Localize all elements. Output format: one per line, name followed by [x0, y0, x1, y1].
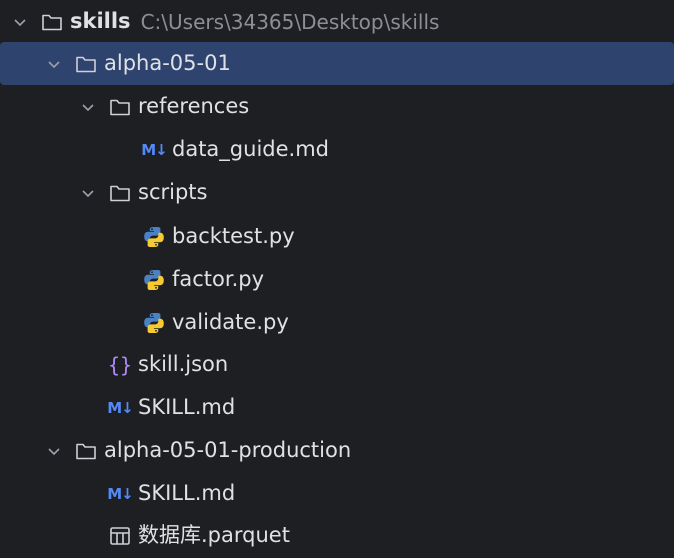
tree-row-production-skill-md[interactable]: M↓ SKILL.md: [0, 472, 674, 515]
folder-icon: [108, 95, 132, 119]
file-label: data_guide.md: [172, 137, 329, 161]
tree-row-skills[interactable]: skills C:\Users\34365\Desktop\skills: [0, 0, 674, 43]
tree-row-scripts[interactable]: scripts: [0, 171, 674, 214]
folder-path: C:\Users\34365\Desktop\skills: [140, 9, 440, 34]
tree-row-validate[interactable]: validate.py: [0, 301, 674, 344]
file-label: validate.py: [172, 310, 289, 334]
file-label: backtest.py: [172, 224, 295, 248]
folder-icon: [40, 10, 64, 34]
folder-label: alpha-05-01: [104, 51, 231, 75]
tree-row-factor[interactable]: factor.py: [0, 258, 674, 301]
tree-row-parquet[interactable]: 数据库.parquet: [0, 514, 674, 557]
tree-row-skill-json[interactable]: {} skill.json: [0, 343, 674, 386]
folder-label: references: [138, 94, 250, 118]
table-icon: [108, 524, 132, 548]
folder-label: alpha-05-01-production: [104, 438, 352, 462]
markdown-icon: M↓: [107, 484, 134, 503]
chevron-down-icon[interactable]: [44, 441, 64, 461]
tree-row-backtest[interactable]: backtest.py: [0, 215, 674, 258]
folder-icon: [74, 439, 98, 463]
folder-icon: [74, 52, 98, 76]
tree-row-data-guide[interactable]: M↓ data_guide.md: [0, 128, 674, 171]
tree-row-alpha-05-01-production[interactable]: alpha-05-01-production: [0, 429, 674, 472]
chevron-down-icon[interactable]: [44, 54, 64, 74]
folder-label: skills: [70, 9, 131, 33]
python-icon: [142, 311, 166, 335]
folder-icon: [108, 181, 132, 205]
markdown-icon: M↓: [141, 140, 168, 159]
file-label: 数据库.parquet: [138, 523, 290, 547]
chevron-down-icon[interactable]: [10, 12, 30, 32]
file-label: SKILL.md: [138, 395, 236, 419]
tree-row-references[interactable]: references: [0, 85, 674, 128]
json-icon: {}: [107, 352, 133, 377]
markdown-icon: M↓: [107, 398, 134, 417]
python-icon: [142, 225, 166, 249]
python-icon: [142, 268, 166, 292]
project-tree: skills C:\Users\34365\Desktop\skills alp…: [0, 0, 674, 558]
chevron-down-icon[interactable]: [78, 97, 98, 117]
chevron-down-icon[interactable]: [78, 183, 98, 203]
file-label: factor.py: [172, 267, 265, 291]
tree-row-alpha-05-01[interactable]: alpha-05-01: [0, 42, 674, 85]
tree-row-skill-md[interactable]: M↓ SKILL.md: [0, 386, 674, 429]
file-label: skill.json: [138, 352, 229, 376]
folder-label: scripts: [138, 180, 208, 204]
file-label: SKILL.md: [138, 481, 236, 505]
